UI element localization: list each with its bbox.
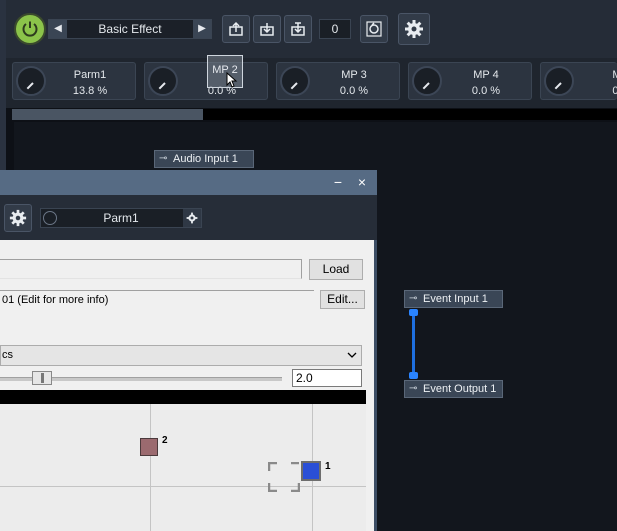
knob-dial[interactable] xyxy=(412,66,442,96)
load-button[interactable]: Load xyxy=(309,259,363,280)
node-label: Audio Input 1 xyxy=(173,153,238,165)
connector-icon: ⊸ xyxy=(409,293,418,304)
audio-input-node[interactable]: ⊸ Audio Input 1 xyxy=(154,150,254,168)
preset-selector[interactable]: ◀ Basic Effect ▶ xyxy=(48,19,212,39)
connector-icon: ⊸ xyxy=(159,153,168,164)
gear-icon xyxy=(9,209,27,227)
save-icon xyxy=(291,22,305,36)
selection-marker xyxy=(267,461,301,493)
close-button[interactable]: × xyxy=(352,172,372,192)
upload-preset-button[interactable] xyxy=(222,15,250,43)
event-output-node[interactable]: ⊸ Event Output 1 xyxy=(404,380,503,398)
knob-dial[interactable] xyxy=(148,66,178,96)
knob-dial[interactable] xyxy=(544,66,574,96)
envelope-point-2[interactable] xyxy=(140,438,158,456)
knob-value: 13.8 % xyxy=(72,85,108,97)
output-port[interactable] xyxy=(409,309,418,316)
preset-name: Basic Effect xyxy=(98,22,162,36)
reset-icon xyxy=(366,21,382,37)
node-label: Event Input 1 xyxy=(423,293,488,305)
knob-value: 0.0 % xyxy=(339,85,369,97)
knob-value: 0.0 % xyxy=(471,85,501,97)
macro-knob-2[interactable]: 0.0 % xyxy=(144,62,268,100)
knob-hover-highlight: MP 2 xyxy=(207,55,243,88)
download-icon xyxy=(260,23,274,36)
knob-label: MP 4 xyxy=(473,69,499,81)
point-label: 2 xyxy=(162,435,168,446)
counter-display: 0 xyxy=(319,19,351,39)
point-label: 1 xyxy=(325,461,331,472)
mode-dropdown[interactable]: cs xyxy=(0,345,362,366)
knob-dial[interactable] xyxy=(280,66,310,96)
settings-button[interactable] xyxy=(398,13,430,45)
minimize-button[interactable]: − xyxy=(328,172,348,192)
connector-icon: ⊸ xyxy=(409,383,418,394)
macro-knob-1[interactable]: Parm1 13.8 % xyxy=(12,62,136,100)
node-label: Event Output 1 xyxy=(423,383,497,395)
info-field: 01 (Edit for more info) xyxy=(0,290,314,310)
dialog-titlebar[interactable] xyxy=(0,170,377,195)
chevron-down-icon xyxy=(347,352,357,358)
knob-label: M xyxy=(612,69,617,81)
parameter-settings-button[interactable] xyxy=(183,209,201,227)
knob-label: MP 3 xyxy=(341,69,367,81)
info-text: 01 (Edit for more info) xyxy=(2,294,109,306)
dropdown-value: cs xyxy=(2,349,13,361)
progress-fill xyxy=(12,109,203,120)
path-field[interactable] xyxy=(0,259,302,279)
plugin-toolbar: ◀ Basic Effect ▶ 0 xyxy=(6,0,617,59)
gear-icon xyxy=(405,20,423,38)
parameter-name: Parm1 xyxy=(103,211,139,225)
input-port[interactable] xyxy=(409,372,418,379)
knob-dial[interactable] xyxy=(16,66,46,96)
power-icon xyxy=(22,21,38,37)
knob-value: 0. xyxy=(612,85,617,97)
mouse-cursor-icon xyxy=(226,72,238,88)
grid-line xyxy=(150,404,151,531)
preset-prev-button[interactable]: ◀ xyxy=(49,20,67,38)
event-input-node[interactable]: ⊸ Event Input 1 xyxy=(404,290,503,308)
mini-knob-icon xyxy=(43,211,57,225)
slider-value-input[interactable]: 2.0 xyxy=(292,369,362,387)
envelope-point-1[interactable] xyxy=(301,461,321,481)
slider-thumb[interactable] xyxy=(32,371,52,385)
grid-line xyxy=(0,486,366,487)
editor-header-bar xyxy=(0,390,366,404)
preset-next-button[interactable]: ▶ xyxy=(193,20,211,38)
upload-icon xyxy=(229,21,243,36)
reset-button[interactable] xyxy=(360,15,388,43)
edit-button[interactable]: Edit... xyxy=(320,290,365,309)
connection-wire xyxy=(412,311,415,375)
macro-knob-4[interactable]: MP 4 0.0 % xyxy=(408,62,532,100)
power-button[interactable] xyxy=(14,13,46,45)
save-preset-button[interactable] xyxy=(284,15,312,43)
macro-knob-5[interactable]: M 0. xyxy=(540,62,617,100)
dialog-settings-button[interactable] xyxy=(4,204,32,232)
macro-knob-row: Parm1 13.8 % 0.0 % MP 3 0.0 % MP 4 0.0 %… xyxy=(6,58,617,108)
macro-knob-3[interactable]: MP 3 0.0 % xyxy=(276,62,400,100)
parameter-selector[interactable]: Parm1 xyxy=(40,208,202,228)
gear-icon xyxy=(186,212,198,224)
download-preset-button[interactable] xyxy=(253,15,281,43)
knob-label: Parm1 xyxy=(73,69,107,81)
